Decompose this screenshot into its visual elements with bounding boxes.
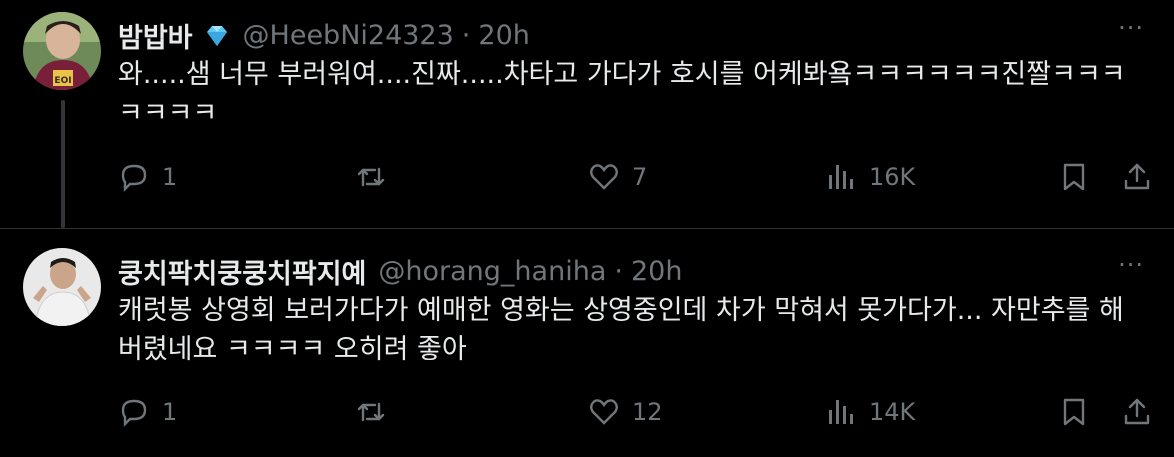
repost-icon: [357, 167, 385, 187]
action-bar: 1 7 16K: [118, 161, 1158, 201]
display-name[interactable]: 밤밥바: [118, 16, 193, 55]
display-name[interactable]: 쿵치팍치쿵쿵치팍지예: [118, 252, 366, 291]
repost-button[interactable]: [355, 396, 399, 428]
share-icon: [1124, 398, 1150, 425]
tweet-text: 캐럿봉 상영회 보러가다가 예매한 영화는 상영중인데 차가 막혀서 못가다가.…: [118, 295, 1124, 365]
views-count: 14K: [869, 398, 916, 426]
like-count: 7: [632, 163, 648, 191]
thread-line: [61, 100, 65, 228]
views-button[interactable]: 16K: [825, 161, 915, 193]
like-button[interactable]: 7: [588, 161, 647, 193]
bookmark-button[interactable]: [1058, 161, 1090, 193]
svg-text:EOI: EOI: [54, 76, 71, 86]
heart-icon: [590, 164, 618, 190]
tweet-text: 와.....샘 너무 부러워여....진짜.....차타고 가다가 호시를 어케…: [118, 59, 1126, 129]
handle[interactable]: @horang_haniha: [378, 256, 606, 287]
avatar[interactable]: [23, 248, 101, 326]
timestamp[interactable]: 20h: [631, 256, 682, 287]
share-icon: [1124, 163, 1150, 190]
more-options-icon[interactable]: ···: [1118, 14, 1144, 42]
handle[interactable]: @HeebNi24323: [243, 20, 454, 51]
tweet[interactable]: EOI 밤밥바 @HeebNi24323 · 20h ··· 와.....샘 너…: [0, 0, 1174, 228]
share-button[interactable]: [1121, 161, 1153, 193]
tweet-header: 밤밥바 @HeebNi24323 · 20h: [118, 16, 530, 55]
reply-button[interactable]: 1: [118, 396, 177, 428]
reply-icon: [121, 164, 147, 192]
separator-dot: ·: [461, 20, 471, 51]
reply-count: 1: [162, 398, 178, 426]
separator-dot: ·: [614, 256, 623, 287]
bookmark-button[interactable]: [1058, 396, 1090, 428]
tweet[interactable]: 쿵치팍치쿵쿵치팍지예 @horang_haniha · 20h ··· 캐럿봉 …: [0, 228, 1174, 457]
views-chart-icon: [829, 400, 853, 424]
reply-button[interactable]: 1: [118, 161, 177, 193]
avatar[interactable]: EOI: [23, 12, 101, 90]
reply-icon: [121, 399, 147, 427]
share-button[interactable]: [1121, 396, 1153, 428]
heart-icon: [590, 399, 618, 425]
reply-count: 1: [162, 163, 178, 191]
diamond-icon: [203, 22, 231, 50]
bookmark-icon: [1063, 398, 1085, 426]
bookmark-icon: [1063, 163, 1085, 191]
views-chart-icon: [829, 165, 853, 189]
timestamp[interactable]: 20h: [478, 20, 529, 51]
like-count: 12: [632, 398, 663, 426]
action-bar: 1 12 14K: [118, 396, 1158, 436]
views-count: 16K: [869, 163, 916, 191]
tweet-header: 쿵치팍치쿵쿵치팍지예 @horang_haniha · 20h: [118, 252, 682, 291]
more-options-icon[interactable]: ···: [1118, 251, 1144, 279]
views-button[interactable]: 14K: [825, 396, 915, 428]
like-button[interactable]: 12: [588, 396, 663, 428]
repost-button[interactable]: [355, 161, 399, 193]
repost-icon: [357, 402, 385, 422]
